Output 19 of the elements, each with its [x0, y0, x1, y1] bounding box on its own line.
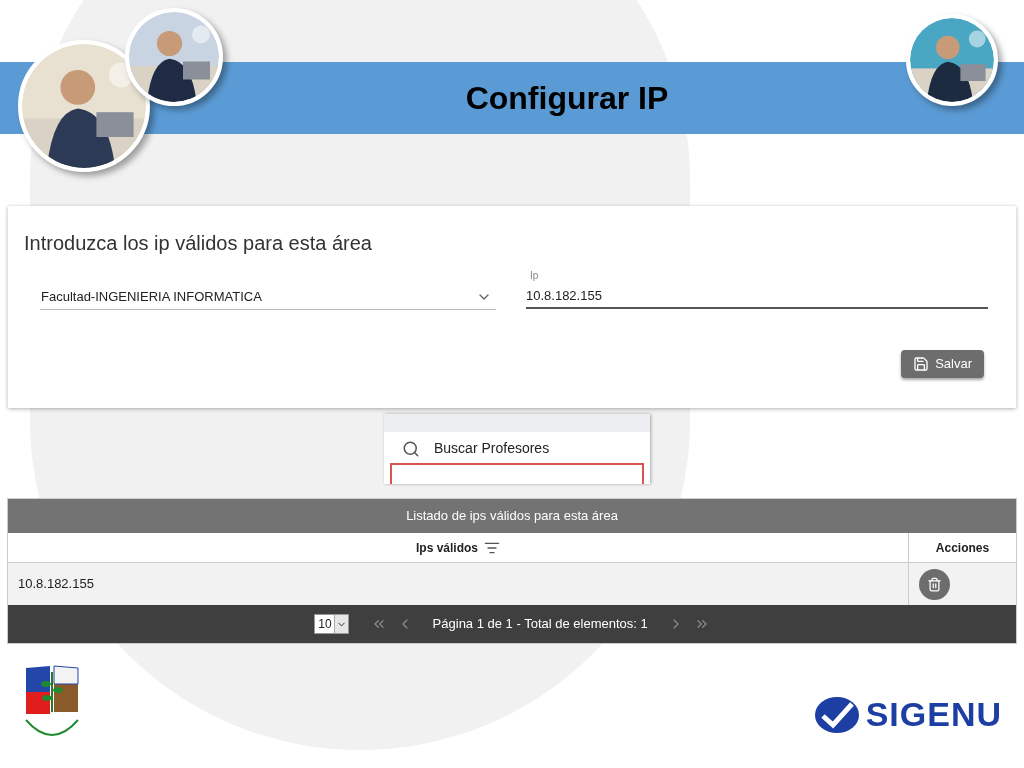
table-cell-text: 10.8.182.155: [18, 575, 94, 594]
area-select[interactable]: Facultad-INGENIERIA INFORMATICA: [40, 284, 496, 310]
delete-button[interactable]: [919, 568, 950, 600]
sigenu-logo-text: SIGENU: [865, 694, 1002, 735]
table-title: Listado de ips válidos para esta área: [406, 507, 618, 526]
ip-field[interactable]: 10.8.182.155: [526, 283, 988, 309]
page-size-select[interactable]: 10: [314, 614, 349, 634]
form-heading: Introduzca los ip válidos para esta área: [24, 231, 373, 256]
column-header: Acciones: [935, 539, 990, 557]
field-label: Ip: [529, 269, 539, 283]
trash-icon: [927, 576, 942, 592]
save-button[interactable]: Salvar: [901, 350, 984, 378]
pagination-summary: Página 1 de 1 - Total de elementos: 1: [432, 615, 648, 634]
search-label: Buscar Profesores: [434, 439, 550, 458]
slide-title: Configurar IP: [465, 79, 669, 118]
search-icon: [402, 439, 420, 458]
column-header[interactable]: Ips válidos: [416, 538, 478, 557]
save-icon: [913, 356, 930, 372]
check-logo-icon: [813, 695, 860, 734]
